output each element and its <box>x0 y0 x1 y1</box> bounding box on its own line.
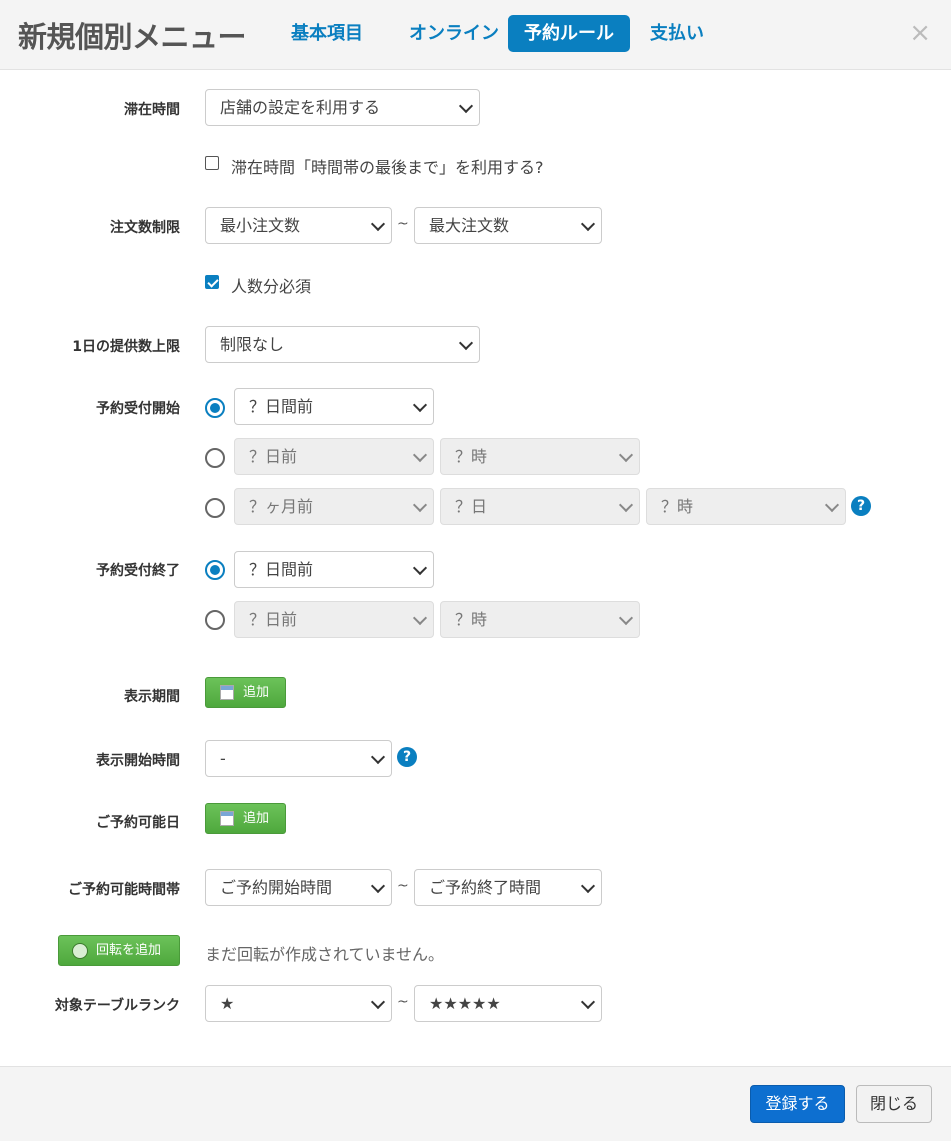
daily-limit-value: 制限なし <box>220 335 285 354</box>
reservation-start-time-select[interactable]: ？時 <box>646 488 846 525</box>
available-start-time-value: ご予約開始時間 <box>220 878 333 897</box>
chevron-down-icon <box>370 994 386 1010</box>
display-period-add-label: 追加 <box>243 685 270 700</box>
chevron-down-icon <box>458 335 474 351</box>
reservation-start-radio-2[interactable] <box>205 448 225 468</box>
available-days-add-label: 追加 <box>243 811 270 826</box>
reservation-end-day-select[interactable]: ？日前 <box>234 601 434 638</box>
max-order-select[interactable]: 最大注文数 <box>414 207 602 244</box>
reservation-start-days-value: ？日間前 <box>249 397 314 416</box>
required-per-person-label: 人数分必須 <box>231 277 312 296</box>
close-button[interactable]: 閉じる <box>856 1085 932 1123</box>
range-tilde: ~ <box>397 994 409 1010</box>
min-order-select[interactable]: 最小注文数 <box>205 207 392 244</box>
tab-payment[interactable]: 支払い <box>634 15 720 52</box>
stay-time-checkbox-label: 滞在時間「時間帯の最後まで」を利用する? <box>231 158 544 177</box>
chevron-down-icon <box>412 447 428 463</box>
display-start-time-select[interactable]: - <box>205 740 392 777</box>
reservation-start-time-value: ？時 <box>661 497 694 516</box>
reservation-end-label: 予約受付終了 <box>96 563 180 579</box>
reservation-start-date-value: ？日 <box>455 497 488 516</box>
reservation-start-days-select[interactable]: ？日間前 <box>234 388 434 425</box>
reservation-start-month-select[interactable]: ？ヶ月前 <box>234 488 434 525</box>
available-start-time-select[interactable]: ご予約開始時間 <box>205 869 392 906</box>
min-order-value: 最小注文数 <box>220 216 301 235</box>
stay-time-value: 店舗の設定を利用する <box>220 98 381 117</box>
chevron-down-icon <box>370 749 386 765</box>
reservation-start-day-select[interactable]: ？日前 <box>234 438 434 475</box>
required-per-person-checkbox[interactable] <box>205 275 219 289</box>
tab-basic[interactable]: 基本項目 <box>275 15 379 52</box>
reservation-start-label: 予約受付開始 <box>96 401 180 417</box>
table-rank-label: 対象テーブルランク <box>54 998 180 1014</box>
calendar-icon <box>220 685 234 700</box>
chevron-down-icon <box>412 397 428 413</box>
daily-limit-select[interactable]: 制限なし <box>205 326 480 363</box>
tab-reservation-rules[interactable]: 予約ルール <box>508 15 630 52</box>
table-rank-min-value: ★ <box>220 994 235 1013</box>
display-period-label: 表示期間 <box>124 689 180 705</box>
reservation-start-hour-value: ？時 <box>455 447 488 466</box>
reservation-start-hour-select[interactable]: ？時 <box>440 438 640 475</box>
chevron-down-icon <box>580 878 596 894</box>
reservation-end-day-value: ？日前 <box>249 610 298 629</box>
add-rotation-button[interactable]: 回転を追加 <box>58 935 180 966</box>
chevron-down-icon <box>412 497 428 513</box>
add-rotation-label: 回転を追加 <box>96 943 162 958</box>
available-end-time-value: ご予約終了時間 <box>429 878 542 897</box>
available-end-time-select[interactable]: ご予約終了時間 <box>414 869 602 906</box>
modal-title: 新規個別メニュー <box>18 20 247 54</box>
chevron-down-icon <box>618 447 634 463</box>
range-tilde: ~ <box>397 878 409 894</box>
chevron-down-icon <box>370 878 386 894</box>
reservation-end-hour-select[interactable]: ？時 <box>440 601 640 638</box>
chevron-down-icon <box>412 610 428 626</box>
chevron-down-icon <box>580 994 596 1010</box>
table-rank-max-value: ★★★★★ <box>429 994 501 1013</box>
reservation-start-day-value: ？日前 <box>249 447 298 466</box>
available-days-label: ご予約可能日 <box>96 815 180 831</box>
chevron-down-icon <box>580 216 596 232</box>
range-tilde: ~ <box>397 216 409 232</box>
chevron-down-icon <box>618 610 634 626</box>
chevron-down-icon <box>370 216 386 232</box>
reservation-end-days-select[interactable]: ？日間前 <box>234 551 434 588</box>
chevron-down-icon <box>824 497 840 513</box>
rotate-icon <box>72 943 88 959</box>
table-rank-min-select[interactable]: ★ <box>205 985 392 1022</box>
reservation-end-days-value: ？日間前 <box>249 560 314 579</box>
reservation-end-hour-value: ？時 <box>455 610 488 629</box>
display-start-time-value: - <box>220 749 226 768</box>
help-icon[interactable]: ? <box>397 747 417 767</box>
close-icon[interactable]: × <box>909 20 931 46</box>
reservation-start-date-select[interactable]: ？日 <box>440 488 640 525</box>
tab-online[interactable]: オンライン <box>393 15 515 52</box>
stay-time-select[interactable]: 店舗の設定を利用する <box>205 89 480 126</box>
chevron-down-icon <box>458 98 474 114</box>
display-start-time-label: 表示開始時間 <box>96 753 180 769</box>
save-button[interactable]: 登録する <box>750 1085 845 1123</box>
no-rotation-message: まだ回転が作成されていません。 <box>205 945 445 964</box>
reservation-start-radio-3[interactable] <box>205 498 225 518</box>
calendar-icon <box>220 811 234 826</box>
stay-time-label: 滞在時間 <box>124 102 180 118</box>
reservation-end-radio-1[interactable] <box>205 560 225 580</box>
chevron-down-icon <box>412 560 428 576</box>
modal-header: 新規個別メニュー 基本項目 オンライン 予約ルール 支払い × <box>0 0 951 70</box>
display-period-add-button[interactable]: 追加 <box>205 677 286 708</box>
reservation-end-radio-2[interactable] <box>205 610 225 630</box>
order-limit-label: 注文数制限 <box>110 220 180 236</box>
help-icon[interactable]: ? <box>851 496 871 516</box>
stay-time-checkbox[interactable] <box>205 156 219 170</box>
chevron-down-icon <box>618 497 634 513</box>
table-rank-max-select[interactable]: ★★★★★ <box>414 985 602 1022</box>
available-time-label: ご予約可能時間帯 <box>68 882 180 898</box>
reservation-start-radio-1[interactable] <box>205 398 225 418</box>
daily-limit-label: 1日の提供数上限 <box>72 339 180 355</box>
reservation-start-month-value: ？ヶ月前 <box>249 497 314 516</box>
max-order-value: 最大注文数 <box>429 216 510 235</box>
available-days-add-button[interactable]: 追加 <box>205 803 286 834</box>
